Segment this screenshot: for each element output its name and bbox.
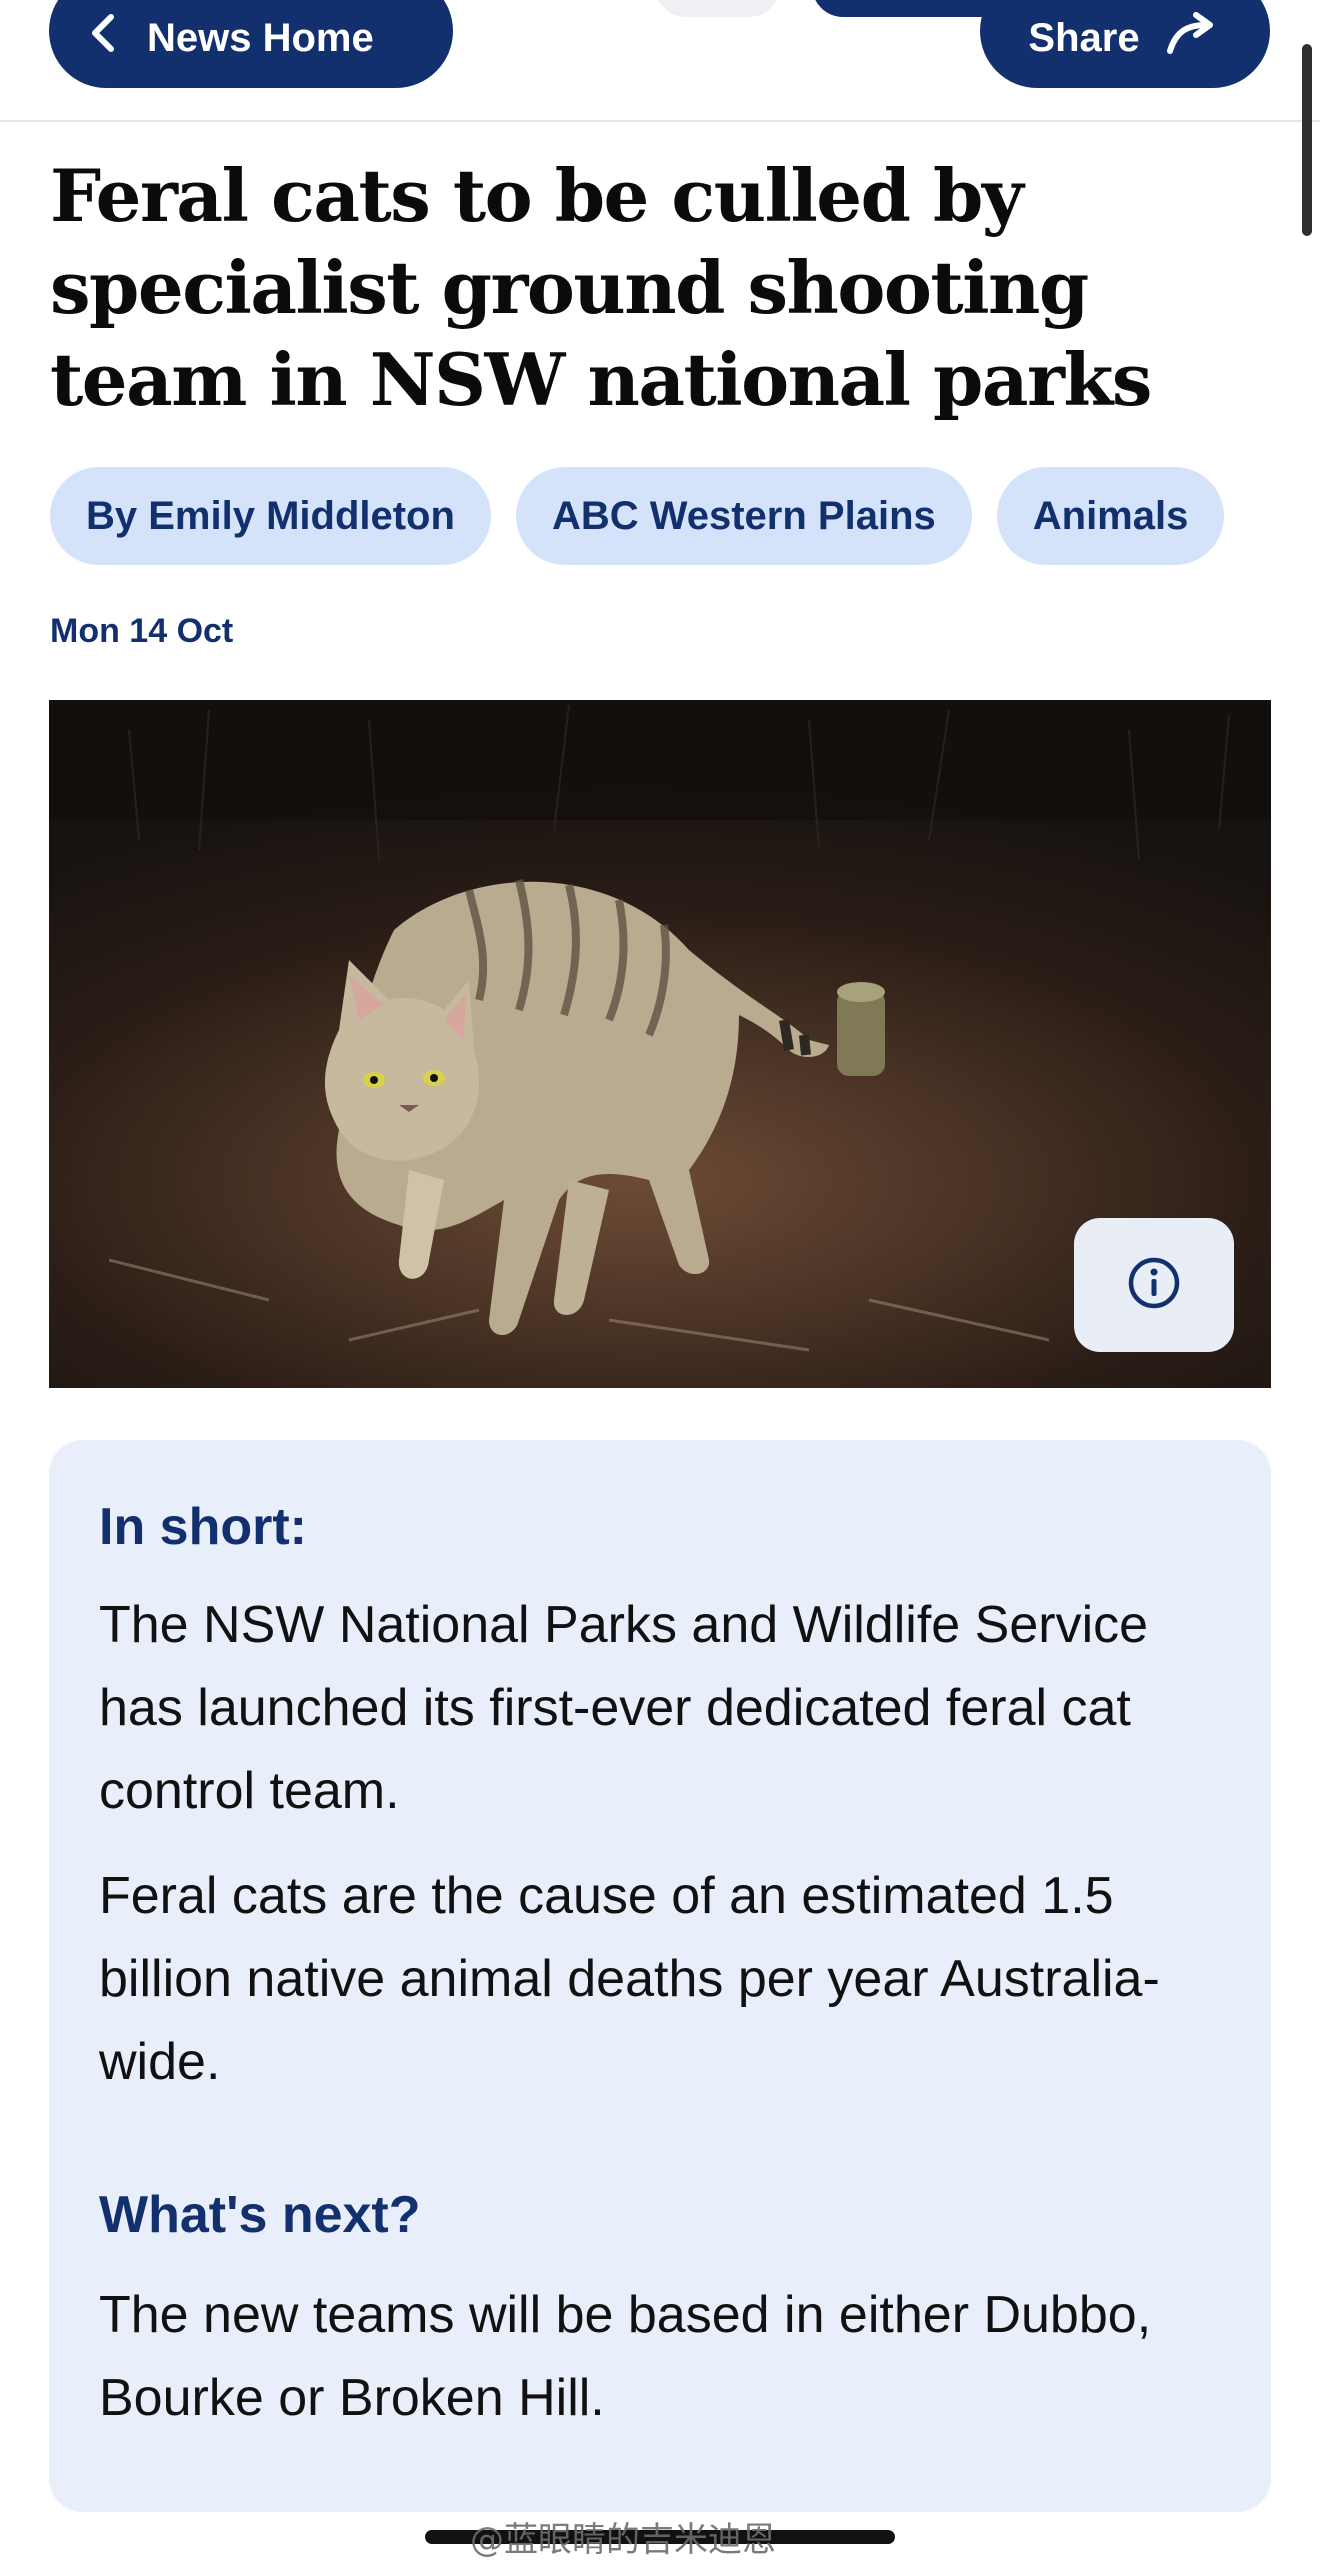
article-tags: By Emily Middleton ABC Western Plains An… bbox=[50, 467, 1225, 565]
in-short-paragraph: Feral cats are the cause of an estimated… bbox=[99, 1867, 1160, 2091]
summary-card: In short: The NSW National Parks and Wil… bbox=[49, 1440, 1271, 2512]
whats-next-heading: What's next? bbox=[99, 2186, 421, 2244]
info-icon bbox=[1127, 1256, 1181, 1315]
share-arrow-icon bbox=[1166, 11, 1222, 65]
news-home-label: News Home bbox=[147, 15, 374, 60]
share-label: Share bbox=[1028, 15, 1140, 60]
in-short-paragraph: The NSW National Parks and Wildlife Serv… bbox=[99, 1596, 1149, 1820]
news-home-button[interactable]: News Home bbox=[49, 0, 453, 88]
scrollbar[interactable] bbox=[1302, 44, 1312, 236]
image-info-button[interactable] bbox=[1074, 1218, 1234, 1352]
tag-author[interactable]: By Emily Middleton bbox=[50, 467, 491, 565]
tag-topic[interactable]: Animals bbox=[996, 467, 1225, 565]
whats-next-paragraph: The new teams will be based in either Du… bbox=[99, 2286, 1152, 2427]
tag-region[interactable]: ABC Western Plains bbox=[515, 467, 972, 565]
top-grey-pill[interactable] bbox=[655, 0, 780, 17]
top-navigation-bar: News Home Share bbox=[0, 0, 1320, 122]
share-button[interactable]: Share bbox=[980, 0, 1270, 88]
watermark: @蓝眼睛的吉米迪恩 bbox=[470, 2520, 776, 2560]
in-short-heading: In short: bbox=[99, 1498, 307, 1556]
publish-date: Mon 14 Oct bbox=[50, 612, 234, 650]
article-headline: Feral cats to be culled by specialist gr… bbox=[50, 153, 1152, 422]
chevron-left-icon bbox=[89, 13, 115, 64]
